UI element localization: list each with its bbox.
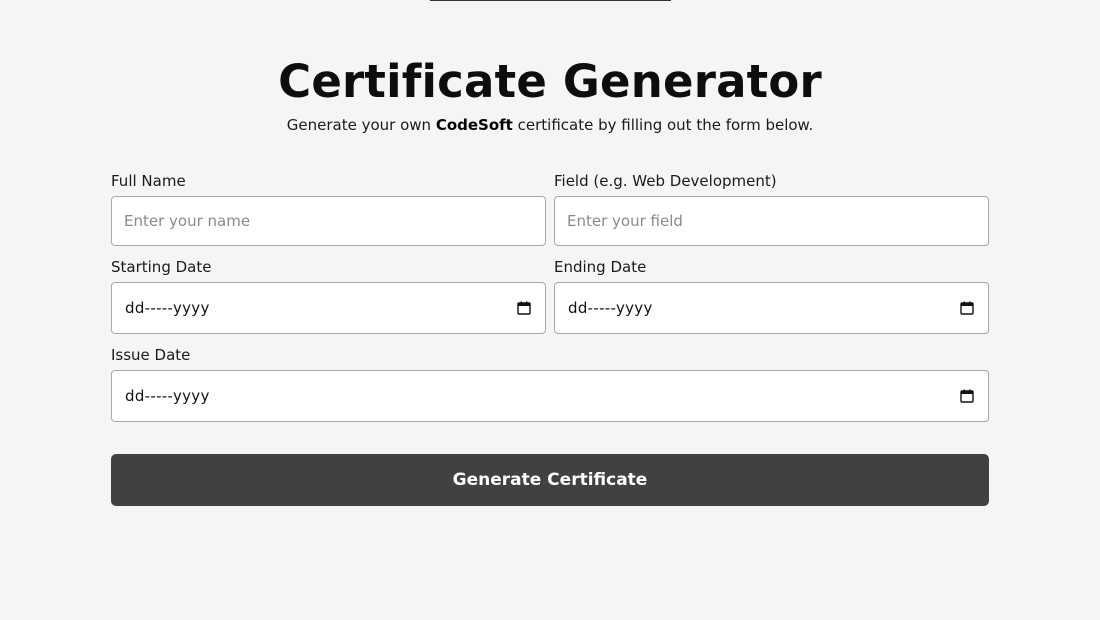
ending-date-label: Ending Date xyxy=(554,258,647,276)
brand-name: CodeSoft xyxy=(435,116,513,134)
subtitle-text-before: Generate your own xyxy=(286,116,436,134)
subtitle-text-after: certificate by filling out the form belo… xyxy=(512,116,814,134)
issue-date-label: Issue Date xyxy=(111,346,191,364)
full-name-label: Full Name xyxy=(111,172,186,190)
calendar-icon[interactable] xyxy=(517,301,531,315)
field-label: Field (e.g. Web Development) xyxy=(554,172,777,190)
page-title: Certificate Generator xyxy=(278,55,822,108)
calendar-icon[interactable] xyxy=(960,301,974,315)
ending-date-input[interactable]: dd-----yyyy xyxy=(554,282,989,334)
field-input[interactable] xyxy=(554,196,989,246)
starting-date-input[interactable]: dd-----yyyy xyxy=(111,282,546,334)
issue-date-placeholder: dd-----yyyy xyxy=(125,387,210,405)
calendar-icon[interactable] xyxy=(960,389,974,403)
full-name-input[interactable] xyxy=(111,196,546,246)
issue-date-input[interactable]: dd-----yyyy xyxy=(111,370,989,422)
starting-date-label: Starting Date xyxy=(111,258,212,276)
top-divider xyxy=(430,0,671,1)
generate-certificate-button[interactable]: Generate Certificate xyxy=(111,454,989,506)
starting-date-placeholder: dd-----yyyy xyxy=(125,299,210,317)
page-subtitle: Generate your own CodeSoft certificate b… xyxy=(0,114,1100,136)
ending-date-placeholder: dd-----yyyy xyxy=(568,299,653,317)
